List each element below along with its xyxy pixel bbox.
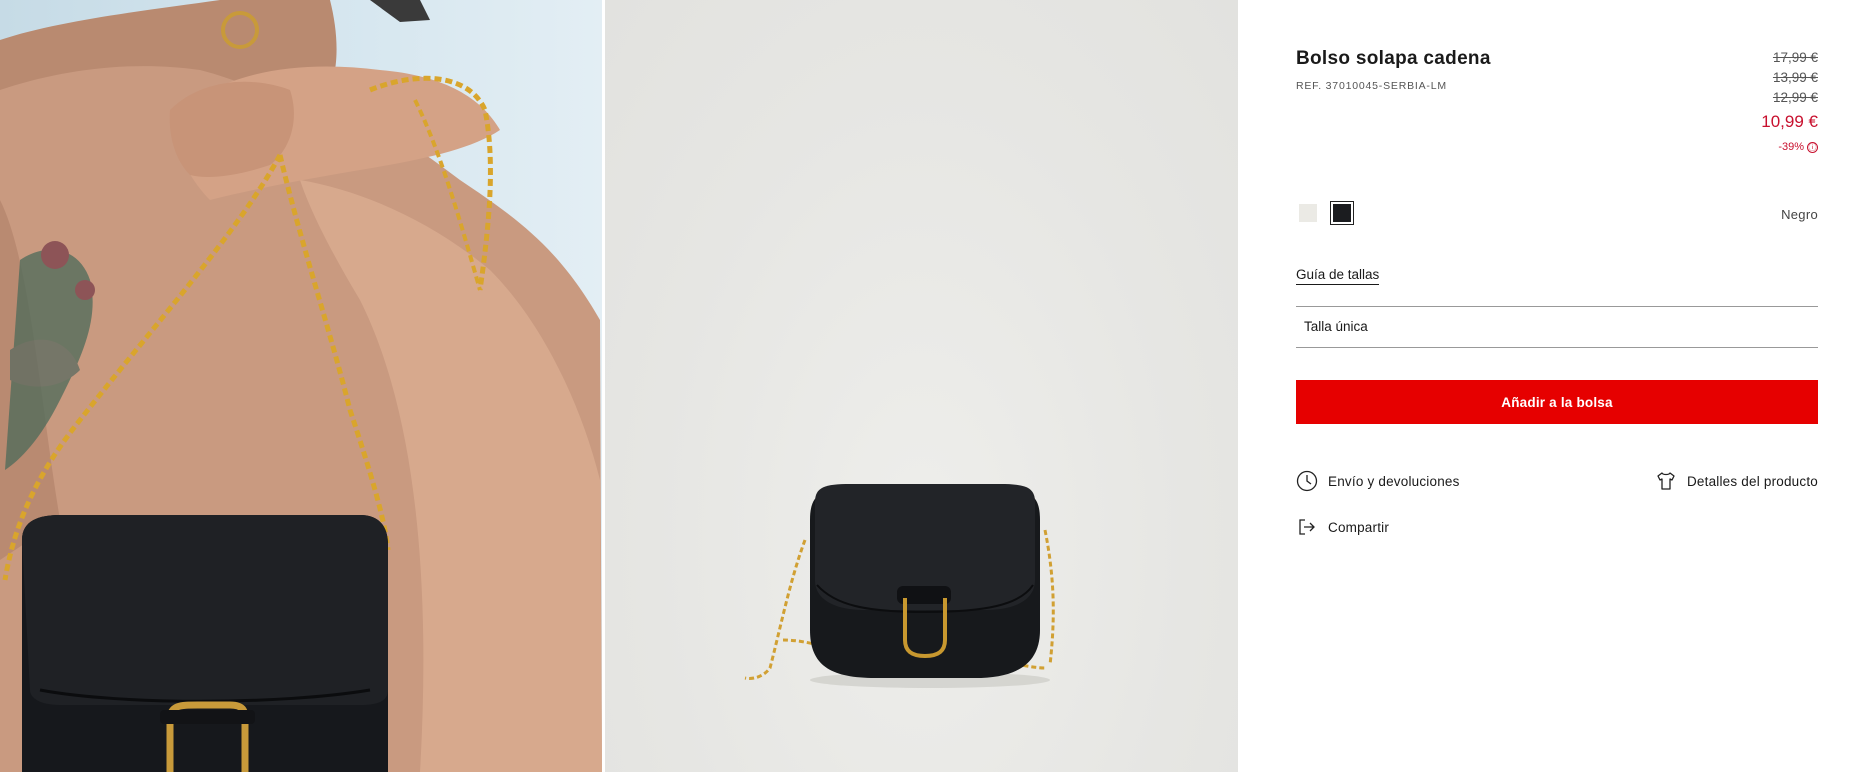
price-block: 17,99 € 13,99 € 12,99 € 10,99 € -39% ⓘ — [1761, 48, 1818, 153]
size-selector[interactable]: Talla única — [1296, 306, 1818, 348]
product-gallery — [0, 0, 1238, 772]
price-old: 12,99 € — [1772, 90, 1818, 105]
shipping-returns-label: Envío y devoluciones — [1328, 473, 1460, 489]
discount-badge: -39% ⓘ — [1761, 141, 1818, 153]
share-link[interactable]: Compartir — [1296, 516, 1389, 538]
clock-icon — [1296, 470, 1318, 492]
share-label: Compartir — [1328, 519, 1390, 535]
color-swatch-fill — [1299, 204, 1317, 222]
color-selector — [1296, 201, 1354, 225]
product-title: Bolso solapa cadena — [1296, 48, 1491, 69]
product-details-link[interactable]: Detalles del producto — [1655, 470, 1818, 492]
bag-product-photo[interactable] — [605, 0, 1238, 772]
share-arrow-icon — [1296, 516, 1318, 538]
shipping-returns-link[interactable]: Envío y devoluciones — [1296, 470, 1460, 492]
price-old: 13,99 € — [1772, 70, 1818, 85]
color-swatch-off-white[interactable] — [1296, 201, 1320, 225]
selected-color-label: Negro — [1781, 207, 1818, 222]
color-swatch-fill — [1333, 204, 1351, 222]
product-info-panel: Bolso solapa cadena REF. 37010045-SERBIA… — [1296, 0, 1818, 772]
add-to-bag-button[interactable]: Añadir a la bolsa — [1296, 380, 1818, 424]
product-reference: REF. 37010045-SERBIA-LM — [1296, 80, 1447, 92]
discount-percent: -39% — [1778, 141, 1804, 153]
product-details-label: Detalles del producto — [1686, 473, 1818, 489]
model-wearing-bag-photo[interactable] — [0, 0, 602, 772]
price-old: 17,99 € — [1772, 50, 1818, 65]
price-current: 10,99 € — [1761, 112, 1818, 131]
info-icon[interactable]: ⓘ — [1807, 141, 1818, 153]
size-guide-link[interactable]: Guía de tallas — [1296, 267, 1380, 285]
color-swatch-black[interactable] — [1330, 201, 1354, 225]
size-selected-value: Talla única — [1304, 319, 1368, 334]
tshirt-icon — [1655, 470, 1677, 492]
